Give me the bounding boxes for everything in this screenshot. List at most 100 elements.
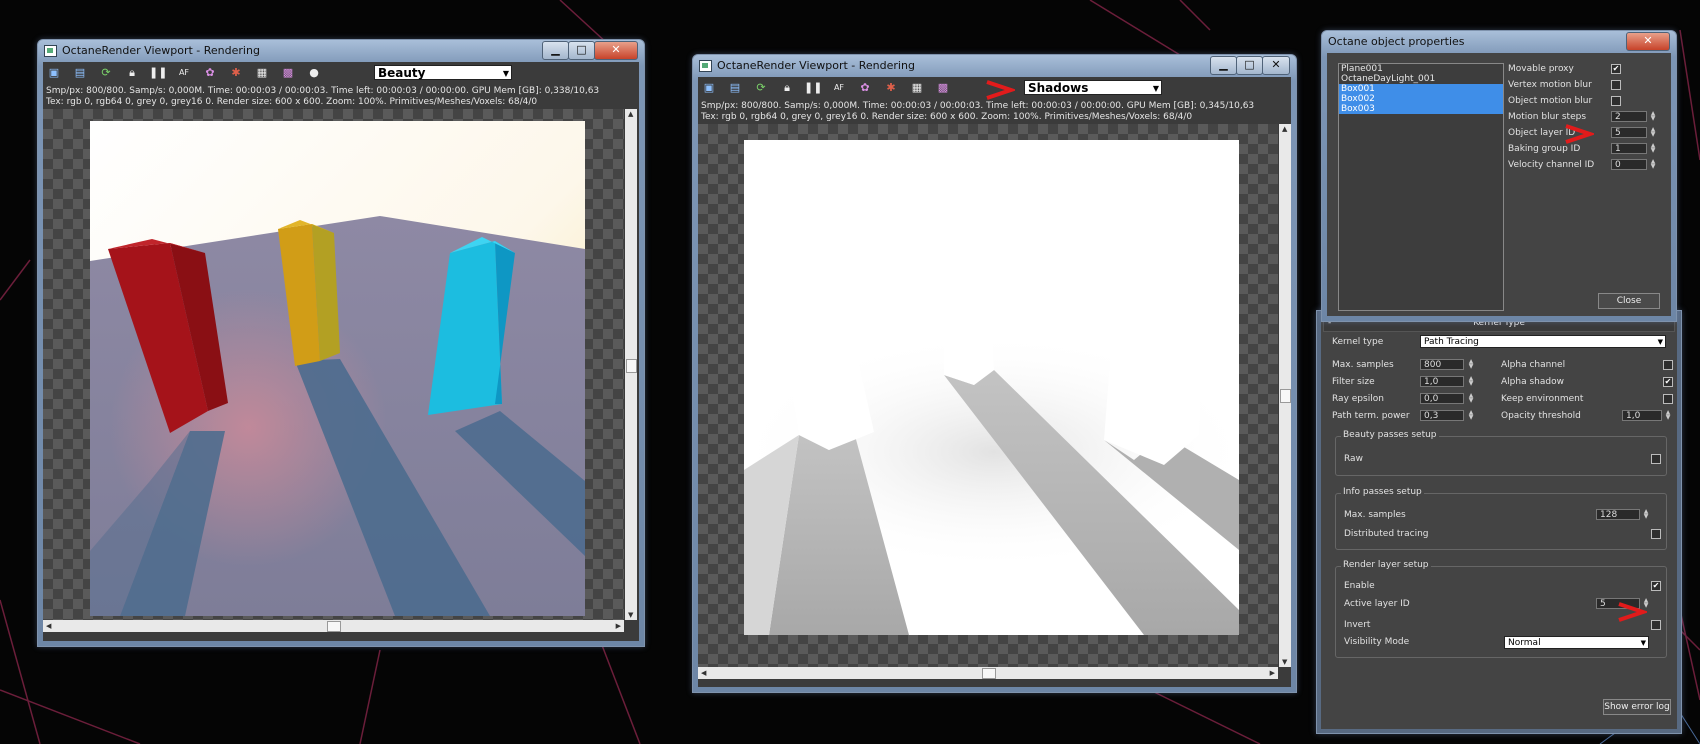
maximize-button[interactable]: □ <box>568 41 595 60</box>
copy-image-icon[interactable]: ▤ <box>726 80 744 96</box>
lock-icon[interactable]: 🔒︎ <box>778 80 796 96</box>
viewport-toolbar: ▣ ▤ ⟳ 🔒︎ ❚❚ AF ✿ ✱ ▦ ▩ ● Beauty ▼ <box>43 62 639 84</box>
raw-label: Raw <box>1344 454 1363 464</box>
film-region-icon[interactable]: ▩ <box>934 80 952 96</box>
vertex-motion-blur-checkbox[interactable] <box>1611 80 1621 90</box>
minimize-button[interactable]: ▁ <box>1210 56 1237 75</box>
film-region-icon[interactable]: ▩ <box>279 65 297 81</box>
scroll-left-arrow[interactable]: ◀ <box>46 622 51 630</box>
close-properties-button[interactable]: Close <box>1598 293 1660 309</box>
close-button[interactable]: ✕ <box>1262 56 1290 75</box>
object-list[interactable]: Plane001 OctaneDayLight_001 Box001 Box00… <box>1338 63 1504 311</box>
filter-size-field[interactable]: 1,0 <box>1420 376 1464 387</box>
object-properties-titlebar[interactable]: Octane object properties ✕ <box>1322 31 1676 53</box>
render-viewport[interactable] <box>698 124 1278 667</box>
horizontal-scrollbar[interactable]: ◀ ▶ <box>43 620 624 632</box>
opacity-threshold-field[interactable]: 1,0 <box>1622 410 1662 421</box>
pause-icon[interactable]: ❚❚ <box>804 80 822 96</box>
scroll-up-arrow[interactable]: ▲ <box>628 110 633 118</box>
max-samples-field[interactable]: 800 <box>1420 359 1464 370</box>
autofocus-icon[interactable]: AF <box>830 80 848 96</box>
copy-image-icon[interactable]: ▤ <box>71 65 89 81</box>
info-max-samples-spinner[interactable]: ▲ ▼ <box>1642 509 1650 520</box>
restart-render-icon[interactable]: ⟳ <box>752 80 770 96</box>
material-picker-icon[interactable]: ✱ <box>227 65 245 81</box>
maximize-button[interactable]: □ <box>1236 56 1263 75</box>
right-viewport-titlebar[interactable]: OctaneRender Viewport - Rendering ▁ □ ✕ <box>693 55 1296 77</box>
object-motion-blur-checkbox[interactable] <box>1611 96 1621 106</box>
scroll-up-arrow[interactable]: ▲ <box>1282 125 1287 133</box>
info-max-samples-field[interactable]: 128 <box>1596 509 1640 520</box>
object-layer-id-spinner[interactable]: ▲ ▼ <box>1649 127 1657 138</box>
object-properties-window[interactable]: Octane object properties ✕ Plane001 Octa… <box>1321 30 1677 322</box>
save-image-icon[interactable]: ▣ <box>45 65 63 81</box>
region-render-icon[interactable]: ▦ <box>253 65 271 81</box>
horizontal-scrollbar[interactable]: ◀ ▶ <box>698 667 1278 679</box>
ray-epsilon-field[interactable]: 0,0 <box>1420 393 1464 404</box>
scroll-down-arrow[interactable]: ▼ <box>628 611 633 619</box>
left-viewport-titlebar[interactable]: OctaneRender Viewport - Rendering ▁ □ ✕ <box>38 40 644 62</box>
annotation-arrow-layer-id <box>1565 124 1594 144</box>
enable-label: Enable <box>1344 581 1375 591</box>
right-viewport-window[interactable]: OctaneRender Viewport - Rendering ▁ □ ✕ … <box>692 54 1297 693</box>
object-list-item[interactable]: Box002 <box>1339 94 1503 104</box>
ray-epsilon-spinner[interactable]: ▲ ▼ <box>1467 393 1475 404</box>
material-picker-icon[interactable]: ✱ <box>882 80 900 96</box>
vertical-scroll-thumb[interactable] <box>626 359 637 373</box>
max-samples-spinner[interactable]: ▲ ▼ <box>1467 359 1475 370</box>
velocity-channel-id-field[interactable]: 0 <box>1611 159 1647 170</box>
scroll-right-arrow[interactable]: ▶ <box>1270 669 1275 677</box>
motion-blur-steps-field[interactable]: 2 <box>1611 111 1647 122</box>
distributed-tracing-checkbox[interactable] <box>1651 529 1661 539</box>
scroll-left-arrow[interactable]: ◀ <box>701 669 706 677</box>
horizontal-scroll-thumb[interactable] <box>982 668 996 679</box>
filter-size-spinner[interactable]: ▲ ▼ <box>1467 376 1475 387</box>
vertical-scrollbar[interactable]: ▲ ▼ <box>625 109 637 620</box>
baking-group-id-spinner[interactable]: ▲ ▼ <box>1649 143 1657 154</box>
object-layer-id-field[interactable]: 5 <box>1611 127 1647 138</box>
color-picker-icon[interactable]: ✿ <box>201 65 219 81</box>
close-button[interactable]: ✕ <box>594 41 638 60</box>
render-pass-select[interactable]: Beauty ▼ <box>374 65 512 80</box>
close-button[interactable]: ✕ <box>1626 32 1670 51</box>
velocity-channel-id-spinner[interactable]: ▲ ▼ <box>1649 159 1657 170</box>
autofocus-icon[interactable]: AF <box>175 65 193 81</box>
left-viewport-window[interactable]: OctaneRender Viewport - Rendering ▁ □ ✕ … <box>37 39 645 647</box>
render-pass-select[interactable]: Shadows ▼ <box>1024 80 1162 95</box>
enable-checkbox[interactable]: ✔ <box>1651 581 1661 591</box>
object-list-item[interactable]: Box003 <box>1339 104 1503 114</box>
render-viewport[interactable] <box>43 109 624 620</box>
kernel-type-label: Kernel type <box>1332 337 1384 347</box>
clay-mode-icon[interactable]: ● <box>305 65 323 81</box>
horizontal-scroll-thumb[interactable] <box>327 621 341 632</box>
color-picker-icon[interactable]: ✿ <box>856 80 874 96</box>
region-render-icon[interactable]: ▦ <box>908 80 926 96</box>
movable-proxy-checkbox[interactable]: ✔ <box>1611 64 1621 74</box>
alpha-shadow-checkbox[interactable]: ✔ <box>1663 377 1673 387</box>
baking-group-id-field[interactable]: 1 <box>1611 143 1647 154</box>
raw-checkbox[interactable] <box>1651 454 1661 464</box>
minimize-button[interactable]: ▁ <box>542 41 569 60</box>
scroll-right-arrow[interactable]: ▶ <box>616 622 621 630</box>
scroll-down-arrow[interactable]: ▼ <box>1282 658 1287 666</box>
save-image-icon[interactable]: ▣ <box>700 80 718 96</box>
object-list-item[interactable]: OctaneDayLight_001 <box>1339 74 1503 84</box>
left-viewport-client: ▣ ▤ ⟳ 🔒︎ ❚❚ AF ✿ ✱ ▦ ▩ ● Beauty ▼ Smp/px… <box>43 62 639 641</box>
vertical-scroll-thumb[interactable] <box>1280 389 1291 403</box>
invert-checkbox[interactable] <box>1651 620 1661 630</box>
restart-render-icon[interactable]: ⟳ <box>97 65 115 81</box>
path-term-power-field[interactable]: 0,3 <box>1420 410 1464 421</box>
alpha-channel-checkbox[interactable] <box>1663 360 1673 370</box>
kernel-type-select[interactable]: Path Tracing ▼ <box>1420 335 1666 348</box>
visibility-mode-select[interactable]: Normal ▼ <box>1504 636 1649 649</box>
show-error-log-button[interactable]: Show error log <box>1603 699 1671 715</box>
vertical-scrollbar[interactable]: ▲ ▼ <box>1279 124 1291 667</box>
opacity-threshold-spinner[interactable]: ▲ ▼ <box>1664 410 1672 421</box>
object-list-item[interactable]: Plane001 <box>1339 64 1503 74</box>
object-list-item[interactable]: Box001 <box>1339 84 1503 94</box>
keep-environment-checkbox[interactable] <box>1663 394 1673 404</box>
path-term-power-spinner[interactable]: ▲ ▼ <box>1467 410 1475 421</box>
motion-blur-steps-spinner[interactable]: ▲ ▼ <box>1649 111 1657 122</box>
pause-icon[interactable]: ❚❚ <box>149 65 167 81</box>
lock-icon[interactable]: 🔒︎ <box>123 65 141 81</box>
